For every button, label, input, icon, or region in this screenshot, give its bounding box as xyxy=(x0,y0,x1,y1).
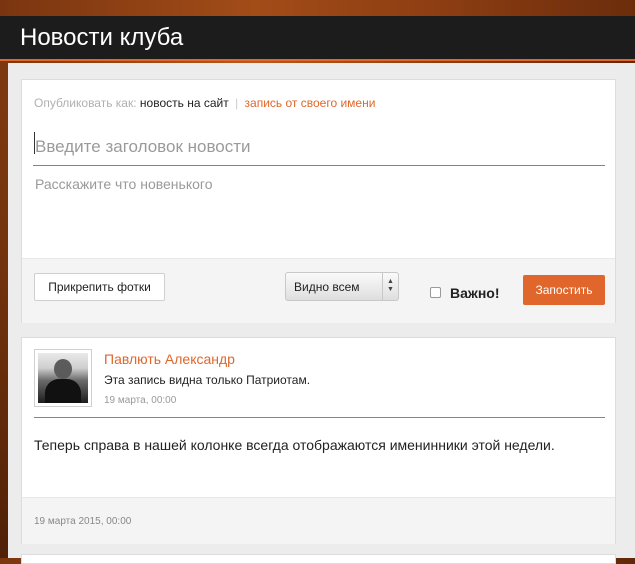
publish-as-switch: Опубликовать как: новость на сайт | запи… xyxy=(34,96,375,110)
next-post-card xyxy=(21,554,616,564)
post-author-link[interactable]: Павлють Александр xyxy=(104,351,235,367)
post-visibility-note: Эта запись видна только Патриотам. xyxy=(104,373,311,387)
page-title: Новости клуба xyxy=(20,24,184,51)
avatar[interactable] xyxy=(34,349,92,407)
composer-toolbar: Прикрепить фотки Видно всем ▲ ▼ Важно! За… xyxy=(22,258,615,323)
submit-post-button[interactable]: Запостить xyxy=(523,275,605,305)
publish-as-self-option[interactable]: запись от своего имени xyxy=(245,96,376,110)
news-composer: Опубликовать как: новость на сайт | запи… xyxy=(21,79,616,323)
background-strip xyxy=(0,0,635,16)
visibility-select[interactable]: Видно всем ▲ ▼ xyxy=(285,272,399,301)
publish-as-site-option[interactable]: новость на сайт xyxy=(140,96,229,110)
updown-arrows-icon: ▲ ▼ xyxy=(382,273,398,300)
post-timestamp: 19 марта 2015, 00:00 xyxy=(34,516,132,527)
post-date: 19 марта, 00:00 xyxy=(104,395,177,406)
post-text: Теперь справа в нашей колонке всегда ото… xyxy=(34,437,555,453)
post-footer: 19 марта 2015, 00:00 xyxy=(22,497,615,544)
avatar-photo xyxy=(38,353,88,403)
text-caret xyxy=(34,132,35,154)
important-checkbox[interactable] xyxy=(430,287,441,298)
visibility-select-value: Видно всем xyxy=(294,280,360,294)
publish-as-separator: | xyxy=(235,96,239,110)
divider xyxy=(34,417,605,418)
important-label: Важно! xyxy=(450,285,500,301)
news-body-input[interactable] xyxy=(33,174,605,244)
publish-as-label: Опубликовать как: xyxy=(34,96,137,110)
news-post: Павлють Александр Эта запись видна тольк… xyxy=(21,337,616,544)
page-header: Новости клуба xyxy=(0,16,635,61)
news-title-input[interactable] xyxy=(33,128,605,166)
attach-photos-button[interactable]: Прикрепить фотки xyxy=(34,273,165,301)
